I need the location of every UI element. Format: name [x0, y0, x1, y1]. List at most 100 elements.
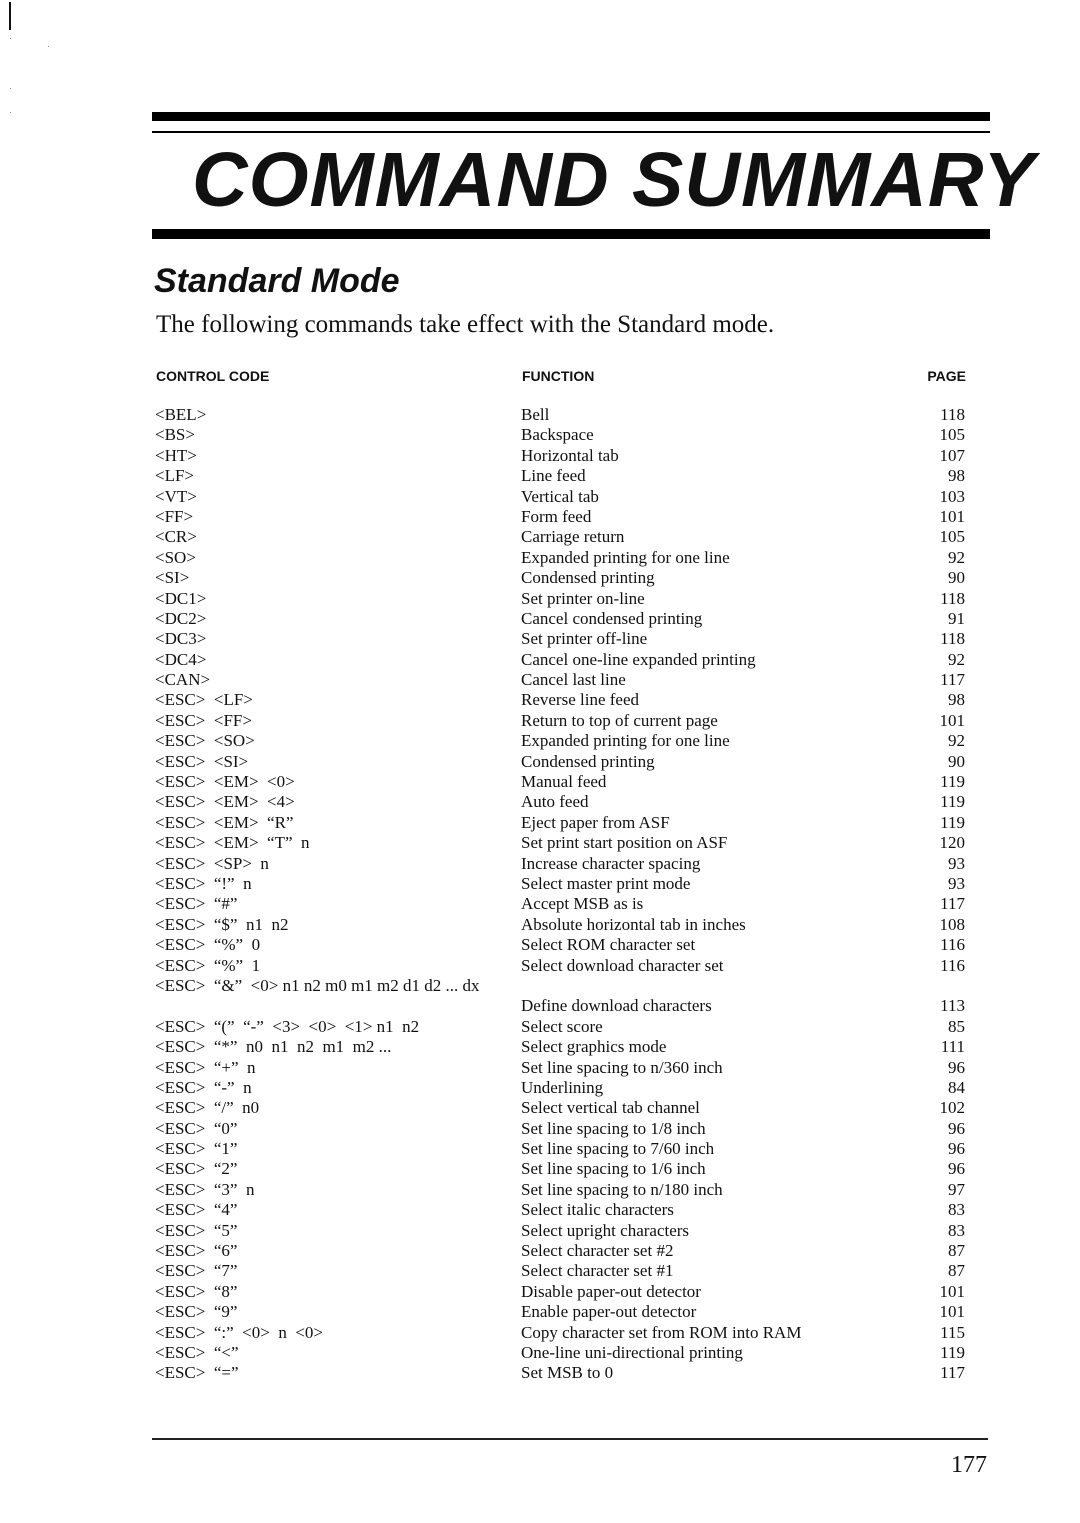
table-row: <ESC> <EM> <0> Manual feed 119: [155, 772, 965, 792]
page-reference: 118: [940, 629, 965, 649]
function-description: Auto feed: [521, 792, 589, 812]
page-reference: 111: [940, 1037, 965, 1057]
command-table: <BEL> Bell 118 <BS> Backspace 105 <HT> Horizont…: [155, 405, 965, 1384]
function-description: Select score: [521, 1016, 603, 1036]
control-code: <FF>: [155, 506, 194, 526]
table-row: <LF> Line feed 98: [155, 466, 965, 486]
page-reference: 107: [939, 445, 966, 465]
table-row: <DC1> Set printer on-line 118: [155, 589, 965, 609]
control-code: <ESC> <LF>: [155, 690, 253, 710]
control-code: <ESC> “7”: [155, 1261, 238, 1281]
page-reference: 92: [948, 731, 965, 751]
table-row: <ESC> “<” One-line uni-directional printi…: [155, 1343, 965, 1363]
margin-mark: [9, 2, 11, 30]
control-code: <ESC> “%” 1: [155, 955, 261, 975]
function-description: Cancel condensed printing: [521, 608, 703, 628]
control-code: <ESC> <SO>: [155, 731, 255, 751]
table-row: <ESC> <SO> Expanded printing for one line…: [155, 731, 965, 751]
table-row: <ESC> <LF> Reverse line feed 98: [155, 690, 965, 710]
function-description: Horizontal tab: [521, 445, 619, 465]
page-reference: 87: [948, 1241, 965, 1261]
function-description: Eject paper from ASF: [521, 812, 670, 832]
control-code: <ESC> <SI>: [155, 751, 249, 771]
control-code: <ESC> “3” n: [155, 1179, 255, 1199]
page-reference: 117: [940, 670, 965, 690]
page-reference: 118: [940, 588, 965, 608]
table-row: <BEL> Bell 118: [155, 405, 965, 425]
function-description: Carriage return: [521, 527, 625, 547]
control-code: <ESC> “$” n1 n2: [155, 914, 289, 934]
page-reference: 105: [939, 527, 966, 547]
control-code: <SO>: [155, 547, 196, 567]
page-reference: 97: [948, 1179, 965, 1199]
page-reference: 101: [939, 710, 966, 730]
table-row: <ESC> “%” 1 Select download character set…: [155, 956, 965, 976]
page-reference: 101: [939, 1302, 966, 1322]
control-code: <CR>: [155, 527, 197, 547]
function-description: Select character set #1: [521, 1261, 674, 1281]
title-block: COMMAND SUMMARY: [152, 112, 1034, 239]
function-description: Set printer off-line: [521, 629, 648, 649]
function-description: Select vertical tab channel: [521, 1098, 700, 1118]
control-code: <ESC> “#”: [155, 894, 238, 914]
control-code: <BEL>: [155, 405, 207, 424]
function-description: Return to top of current page: [521, 710, 718, 730]
function-description: Form feed: [521, 506, 592, 526]
table-row: <ESC> <EM> “T” n Set print start position…: [155, 833, 965, 853]
page-reference: 96: [948, 1159, 965, 1179]
control-code: <ESC> “1”: [155, 1139, 238, 1159]
page-reference: 85: [948, 1016, 965, 1036]
page-reference: 101: [939, 506, 966, 526]
control-code: <ESC> <EM> “T” n: [155, 833, 310, 853]
table-row: <FF> Form feed 101: [155, 507, 965, 527]
table-row: <ESC> “=” Set MSB to 0 117: [155, 1363, 965, 1383]
table-row: <SO> Expanded printing for one line 92: [155, 548, 965, 568]
function-description: Disable paper-out detector: [521, 1281, 701, 1301]
control-code: <ESC> “9”: [155, 1302, 238, 1322]
control-code: <ESC> “2”: [155, 1159, 238, 1179]
page-reference: 90: [948, 568, 965, 588]
page-reference: 108: [939, 914, 966, 934]
page-reference: 102: [939, 1098, 966, 1118]
function-description: Manual feed: [521, 772, 607, 792]
control-code: <DC3>: [155, 629, 207, 649]
scan-speck: [10, 88, 11, 89]
control-code: <ESC> “8”: [155, 1281, 238, 1301]
function-description: Vertical tab: [521, 486, 599, 506]
function-description: Select italic characters: [521, 1200, 674, 1220]
function-description: Set print start position on ASF: [521, 833, 728, 853]
function-description: Select graphics mode: [521, 1037, 667, 1057]
table-row: <DC3> Set printer off-line 118: [155, 629, 965, 649]
function-description: Cancel one-line expanded printing: [521, 649, 756, 669]
function-description: Underlining: [521, 1077, 604, 1097]
column-header-page: PAGE: [927, 368, 966, 384]
function-description: Condensed printing: [521, 568, 655, 588]
scan-speck: [10, 38, 11, 39]
function-description: Cancel last line: [521, 670, 626, 690]
column-header-function: FUNCTION: [522, 368, 595, 384]
control-code: <ESC> “!” n: [155, 873, 252, 893]
control-code: <CAN>: [155, 670, 211, 690]
function-description: Define download characters: [521, 996, 712, 1016]
page-reference: 91: [948, 608, 965, 628]
page-reference: 83: [948, 1220, 965, 1240]
control-code: <DC2>: [155, 608, 207, 628]
function-description: Select download character set: [521, 955, 724, 975]
control-code: <ESC> “(” “-” <3> <0> <1> n1 n2: [155, 1016, 420, 1036]
table-row: <CR> Carriage return 105: [155, 527, 965, 547]
control-code: <ESC> “%” 0: [155, 935, 261, 955]
page-reference: 93: [948, 853, 965, 873]
page-reference: 119: [940, 792, 965, 812]
control-code: <ESC> “6”: [155, 1241, 238, 1261]
control-code: <ESC> <SP> n: [155, 853, 269, 873]
table-row: <ESC> “4” Select italic characters 83: [155, 1200, 965, 1220]
function-description: Select master print mode: [521, 873, 691, 893]
function-description: Condensed printing: [521, 751, 655, 771]
section-title: Standard Mode: [154, 262, 400, 300]
table-row: <ESC> “*” n0 n1 n2 m1 m2 ... Select graph…: [155, 1037, 965, 1057]
page-reference: 103: [939, 486, 966, 506]
table-row: <ESC> “!” n Select master print mode 93: [155, 874, 965, 894]
section-intro: The following commands take effect with …: [156, 311, 775, 338]
function-description: Enable paper-out detector: [521, 1302, 697, 1322]
control-code: <ESC> <EM> <4>: [155, 792, 295, 812]
